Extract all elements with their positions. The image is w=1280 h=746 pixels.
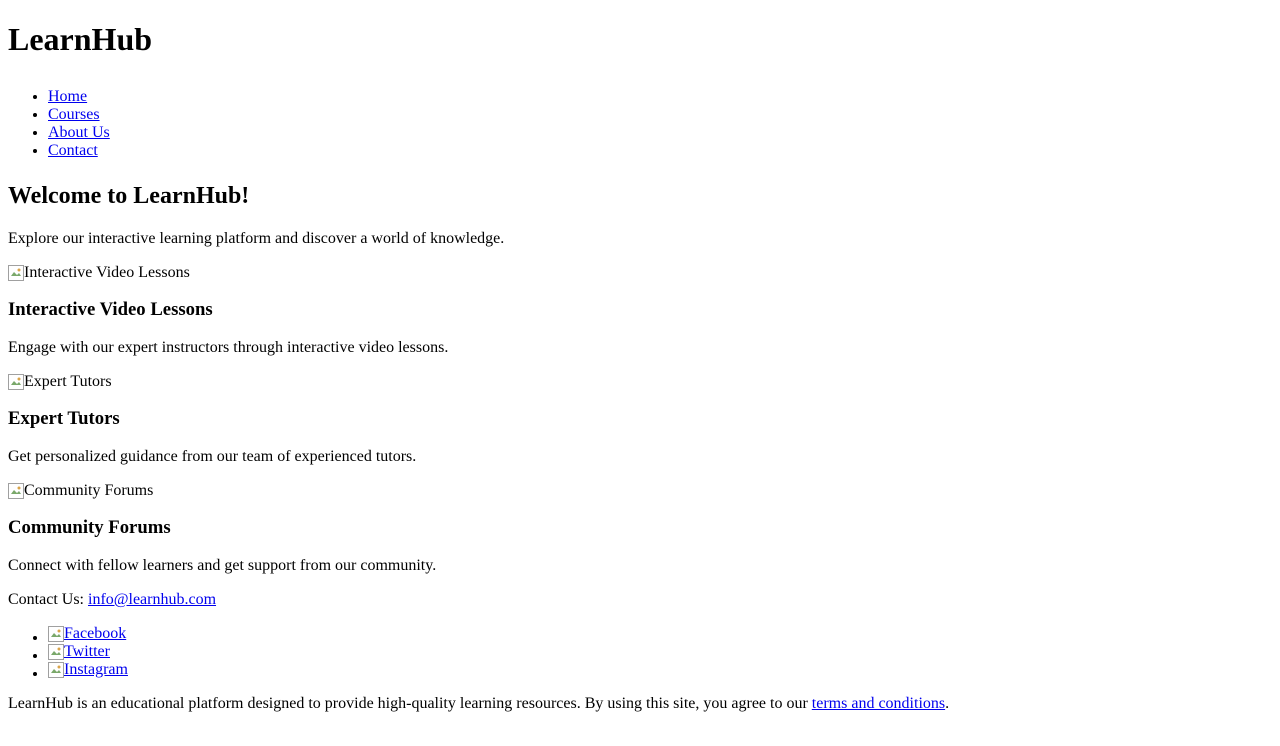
feature-title-community-forums: Community Forums xyxy=(8,517,171,538)
broken-image-icon xyxy=(8,374,24,390)
intro-text: Explore our interactive learning platfor… xyxy=(8,230,505,247)
broken-image-icon xyxy=(48,644,64,660)
feature-image-expert-tutors: Expert Tutors xyxy=(8,373,1272,391)
footer-body: LearnHub is an educational platform desi… xyxy=(8,695,812,712)
feature-description-expert-tutors: Get personalized guidance from our team … xyxy=(8,448,417,465)
broken-image-icon xyxy=(8,265,24,281)
feature-image-alt-text: Interactive Video Lessons xyxy=(24,264,190,281)
feature-title-expert-tutors: Expert Tutors xyxy=(8,408,120,429)
social-item-twitter: Twitter xyxy=(48,643,1272,661)
nav-link-courses[interactable]: Courses xyxy=(48,106,100,123)
feature-image-alt-text: Expert Tutors xyxy=(24,373,112,390)
contact-email-link[interactable]: info@learnhub.com xyxy=(88,591,216,608)
terms-link[interactable]: terms and conditions xyxy=(812,695,945,712)
footer-suffix: . xyxy=(945,695,950,712)
feature-description-community-forums: Connect with fellow learners and get sup… xyxy=(8,557,437,574)
instagram-link[interactable]: Instagram xyxy=(48,661,128,679)
main-nav: Home Courses About Us Contact xyxy=(8,88,1272,160)
feature-image-community-forums: Community Forums xyxy=(8,482,1272,500)
broken-image-icon xyxy=(48,626,64,642)
feature-image-alt-text: Community Forums xyxy=(24,482,154,499)
contact-line: Contact Us: info@learnhub.com xyxy=(8,591,1272,609)
nav-link-about-us[interactable]: About Us xyxy=(48,124,110,141)
social-links: Facebook Twitter Instagram xyxy=(8,625,1272,679)
feature-image-video-lessons: Interactive Video Lessons xyxy=(8,264,1272,282)
social-item-instagram: Instagram xyxy=(48,661,1272,679)
twitter-link-label: Twitter xyxy=(64,643,110,660)
facebook-link[interactable]: Facebook xyxy=(48,625,126,643)
page: LearnHub Home Courses About Us Contact W… xyxy=(0,21,1280,713)
nav-link-contact[interactable]: Contact xyxy=(48,142,98,159)
feature-description-video-lessons: Engage with our expert instructors throu… xyxy=(8,339,449,356)
contact-label: Contact Us: xyxy=(8,591,88,608)
social-item-facebook: Facebook xyxy=(48,625,1272,643)
instagram-link-label: Instagram xyxy=(64,661,128,678)
nav-item-home: Home xyxy=(48,88,1272,106)
broken-image-icon xyxy=(48,662,64,678)
welcome-heading: Welcome to LearnHub! xyxy=(8,183,250,209)
facebook-link-label: Facebook xyxy=(64,625,127,642)
footer-text: LearnHub is an educational platform desi… xyxy=(8,695,1272,713)
site-title: LearnHub xyxy=(8,21,153,57)
nav-item-contact: Contact xyxy=(48,142,1272,160)
nav-item-about-us: About Us xyxy=(48,124,1272,142)
nav-link-home[interactable]: Home xyxy=(48,88,87,105)
broken-image-icon xyxy=(8,483,24,499)
nav-item-courses: Courses xyxy=(48,106,1272,124)
twitter-link[interactable]: Twitter xyxy=(48,643,110,661)
feature-title-video-lessons: Interactive Video Lessons xyxy=(8,299,213,320)
